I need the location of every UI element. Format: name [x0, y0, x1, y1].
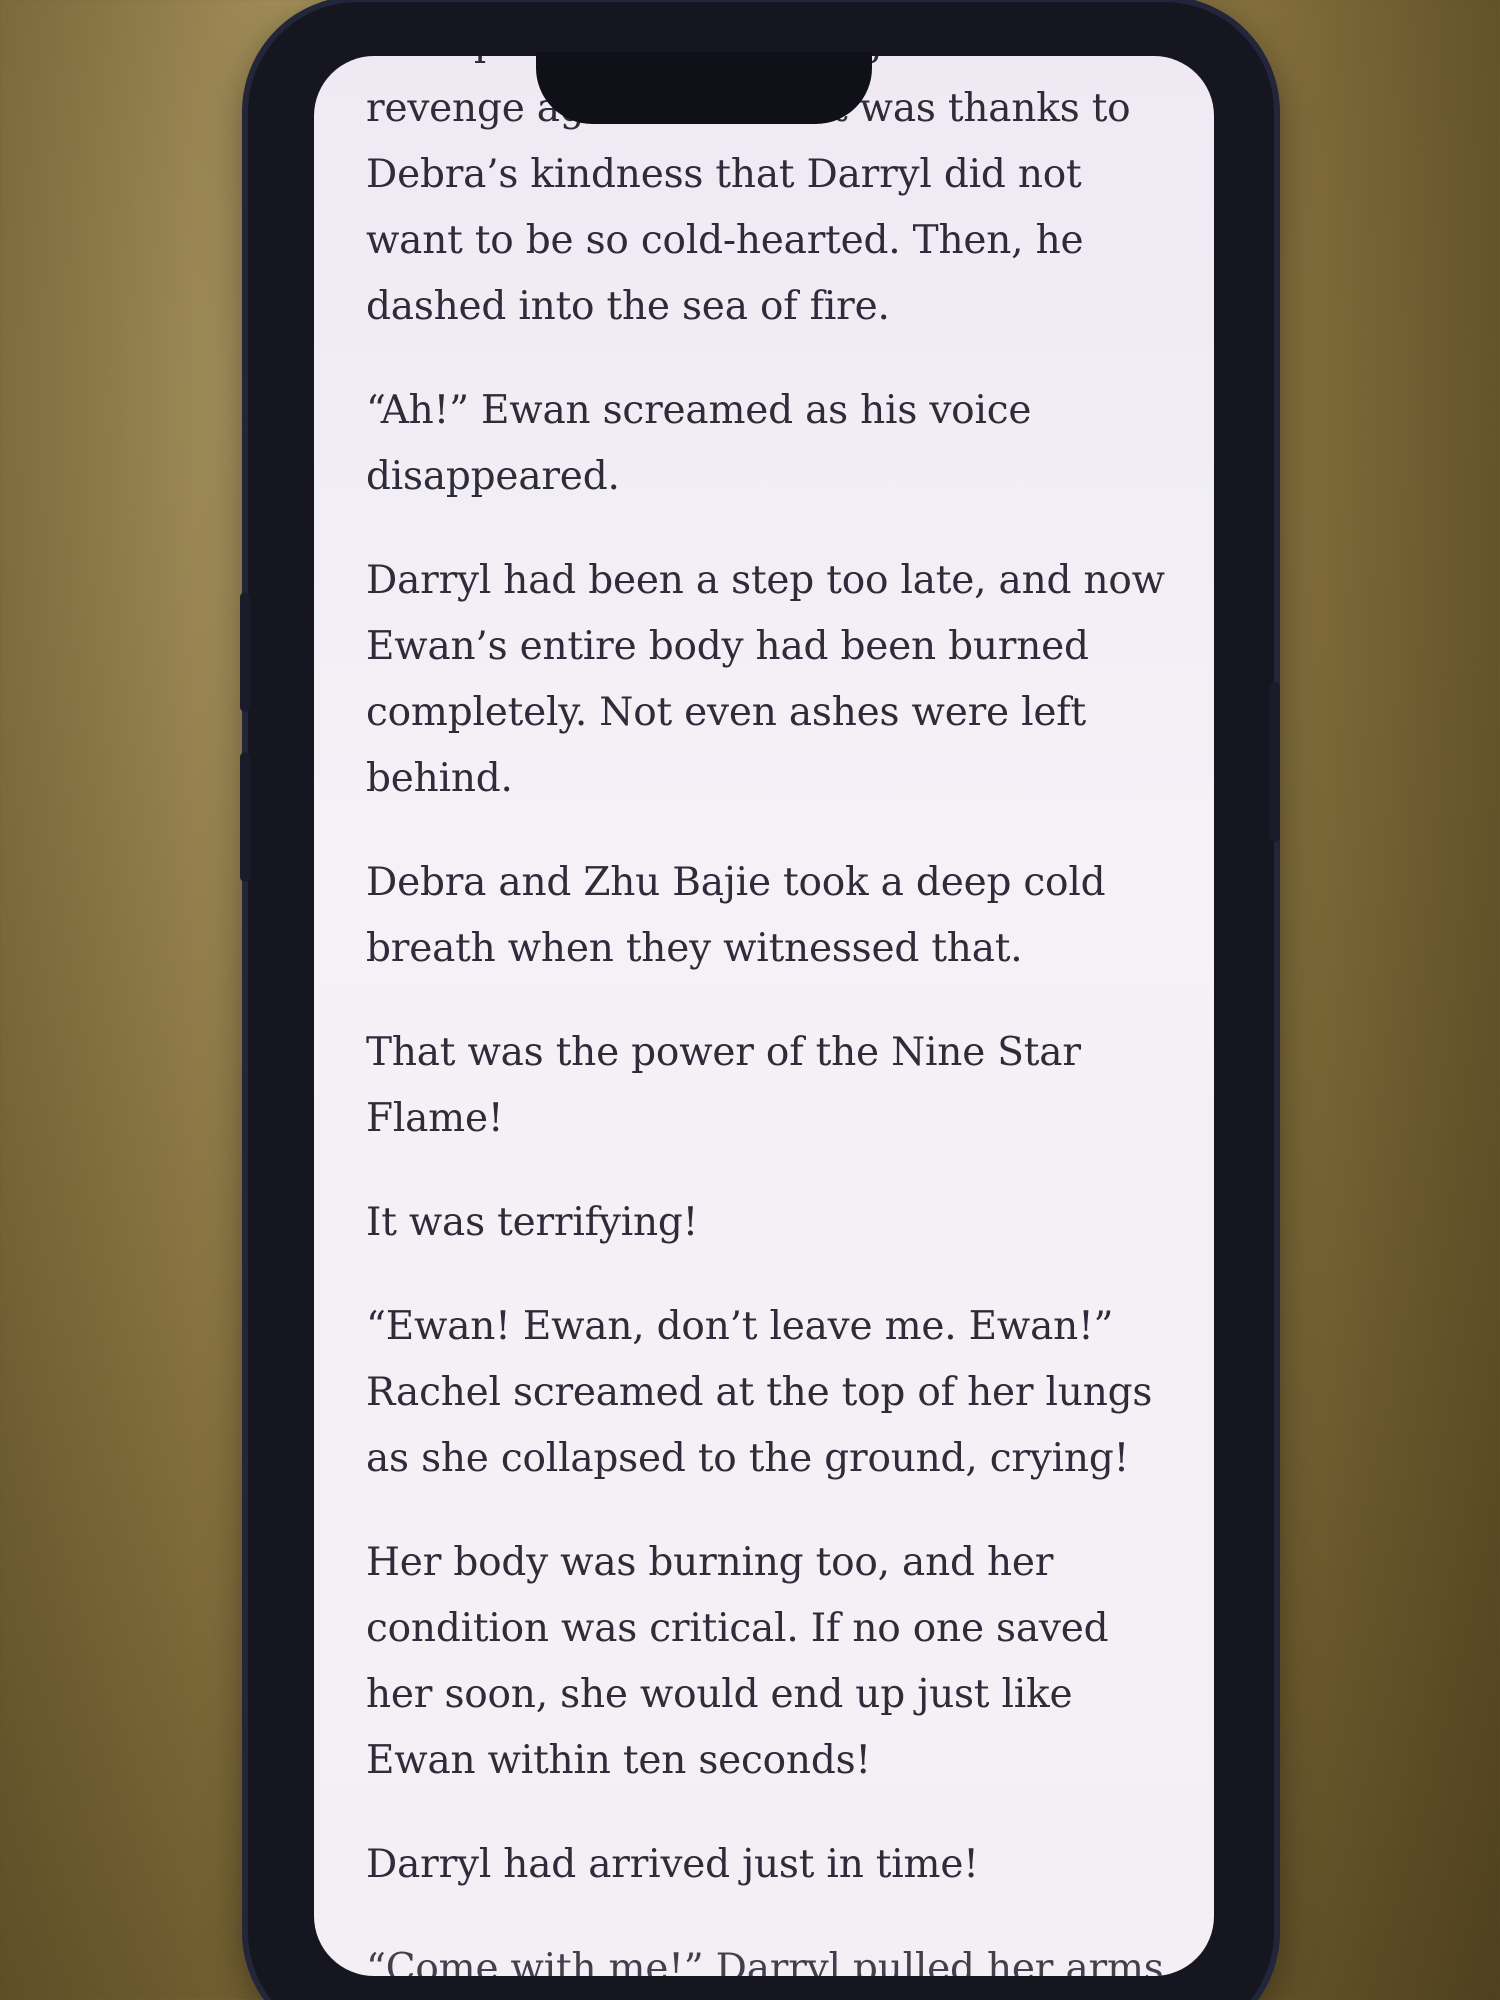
volume-down-button [240, 752, 250, 882]
paragraph: It was terrifying! [366, 1200, 699, 1245]
paragraph: That was the power of the Nine Star Flam… [366, 1030, 1081, 1141]
camera-notch [536, 52, 872, 124]
paragraph: “Come with me!” Darryl pulled her arms [366, 1946, 1164, 1976]
reader-text: triumph that it never sought out revenge… [366, 56, 1166, 1976]
paragraph: “Ah!” Ewan screamed as his voice disappe… [366, 388, 1032, 499]
paragraph: “Ewan! Ewan, don’t leave me. Ewan!” Rach… [366, 1304, 1153, 1481]
paragraph: Darryl had been a step too late, and now… [366, 558, 1165, 801]
phone-frame: triumph that it never sought out revenge… [240, 2, 1280, 2000]
fabric-background-shade-right [1260, 0, 1500, 2000]
power-button [1270, 682, 1280, 842]
reader-screen[interactable]: triumph that it never sought out revenge… [314, 56, 1214, 1976]
volume-up-button [240, 592, 250, 712]
paragraph: Darryl had arrived just in time! [366, 1842, 979, 1887]
paragraph: Her body was burning too, and her condit… [366, 1540, 1109, 1783]
paragraph: Debra and Zhu Bajie took a deep cold bre… [366, 860, 1106, 971]
